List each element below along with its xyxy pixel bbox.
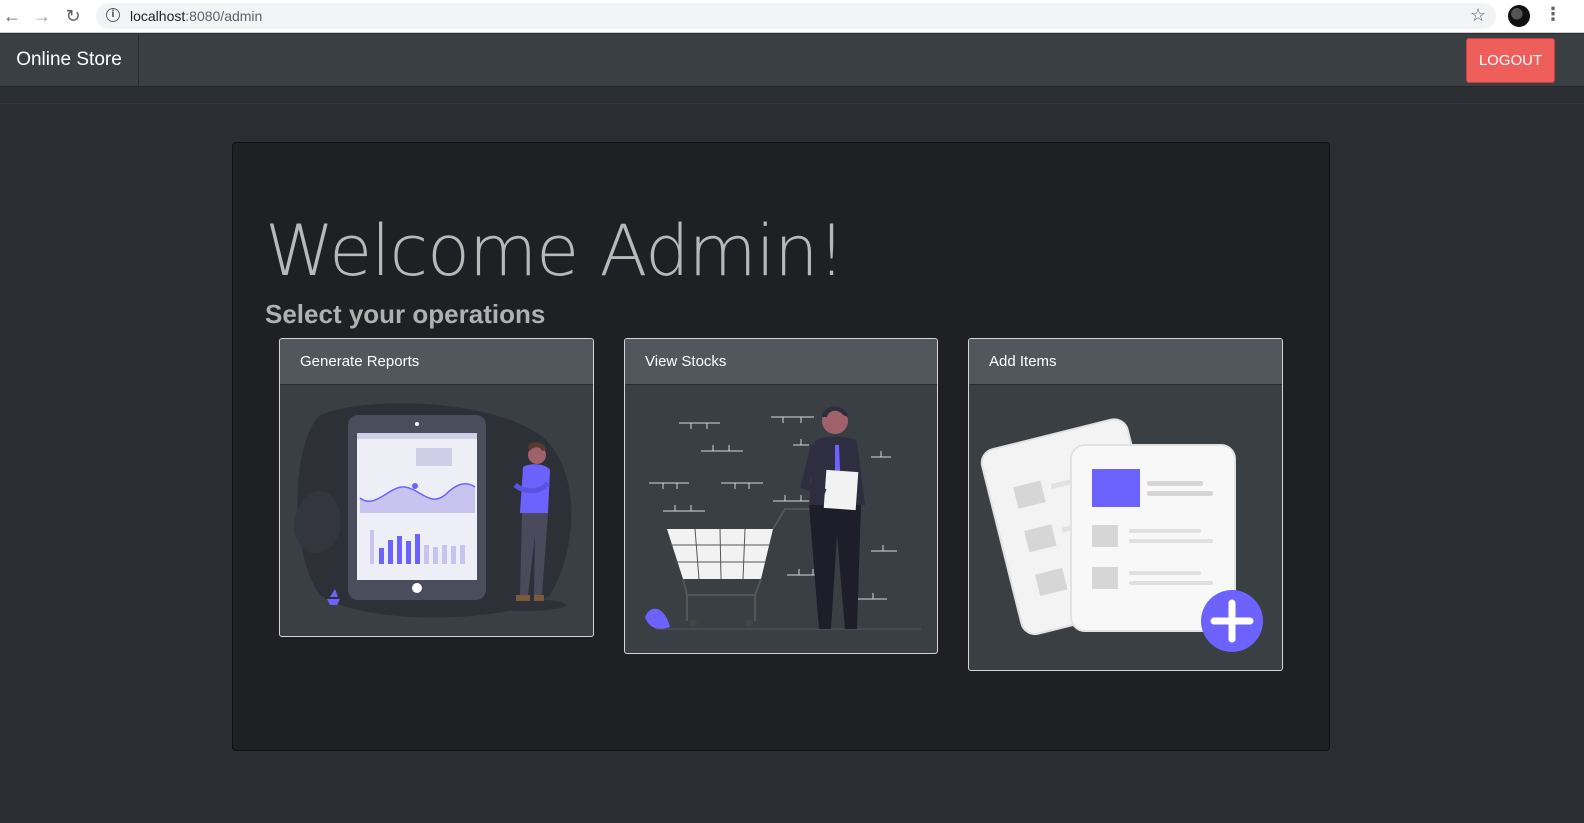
profile-avatar[interactable] xyxy=(1508,5,1530,27)
url-host: localhost xyxy=(130,8,186,24)
page-subtitle: Select your operations xyxy=(265,299,546,329)
url-path: :8080/admin xyxy=(185,8,263,24)
info-icon[interactable]: i xyxy=(106,8,120,22)
brand-link[interactable]: Online Store xyxy=(0,34,139,86)
forward-icon[interactable]: → xyxy=(32,6,52,26)
bookmark-star-icon[interactable]: ☆ xyxy=(1470,5,1486,26)
report-illustration xyxy=(293,403,572,618)
generate-reports-card[interactable]: Generate Reports xyxy=(279,338,594,637)
stock-illustration xyxy=(645,406,921,630)
reload-icon[interactable]: ↻ xyxy=(63,6,83,26)
card-title: Generate Reports xyxy=(280,339,593,385)
add-items-illustration xyxy=(980,418,1263,652)
navbar: Online Store LOGOUT xyxy=(0,34,1584,87)
url-text[interactable]: localhost:8080/admin xyxy=(130,8,262,24)
browser-toolbar: ← → ↻ i localhost:8080/admin ☆ ⋮ xyxy=(0,0,1584,33)
add-items-card[interactable]: Add Items xyxy=(968,338,1283,671)
navbar-underline xyxy=(0,87,1584,104)
card-title: Add Items xyxy=(969,339,1282,385)
page-title: Welcome Admin! xyxy=(265,210,846,292)
browser-menu-icon[interactable]: ⋮ xyxy=(1544,4,1562,25)
back-icon[interactable]: ← xyxy=(2,6,22,26)
view-stocks-card[interactable]: View Stocks xyxy=(624,338,938,654)
logout-button[interactable]: LOGOUT xyxy=(1466,38,1555,83)
address-bar[interactable]: i localhost:8080/admin xyxy=(96,3,1496,29)
card-title: View Stocks xyxy=(625,339,937,385)
